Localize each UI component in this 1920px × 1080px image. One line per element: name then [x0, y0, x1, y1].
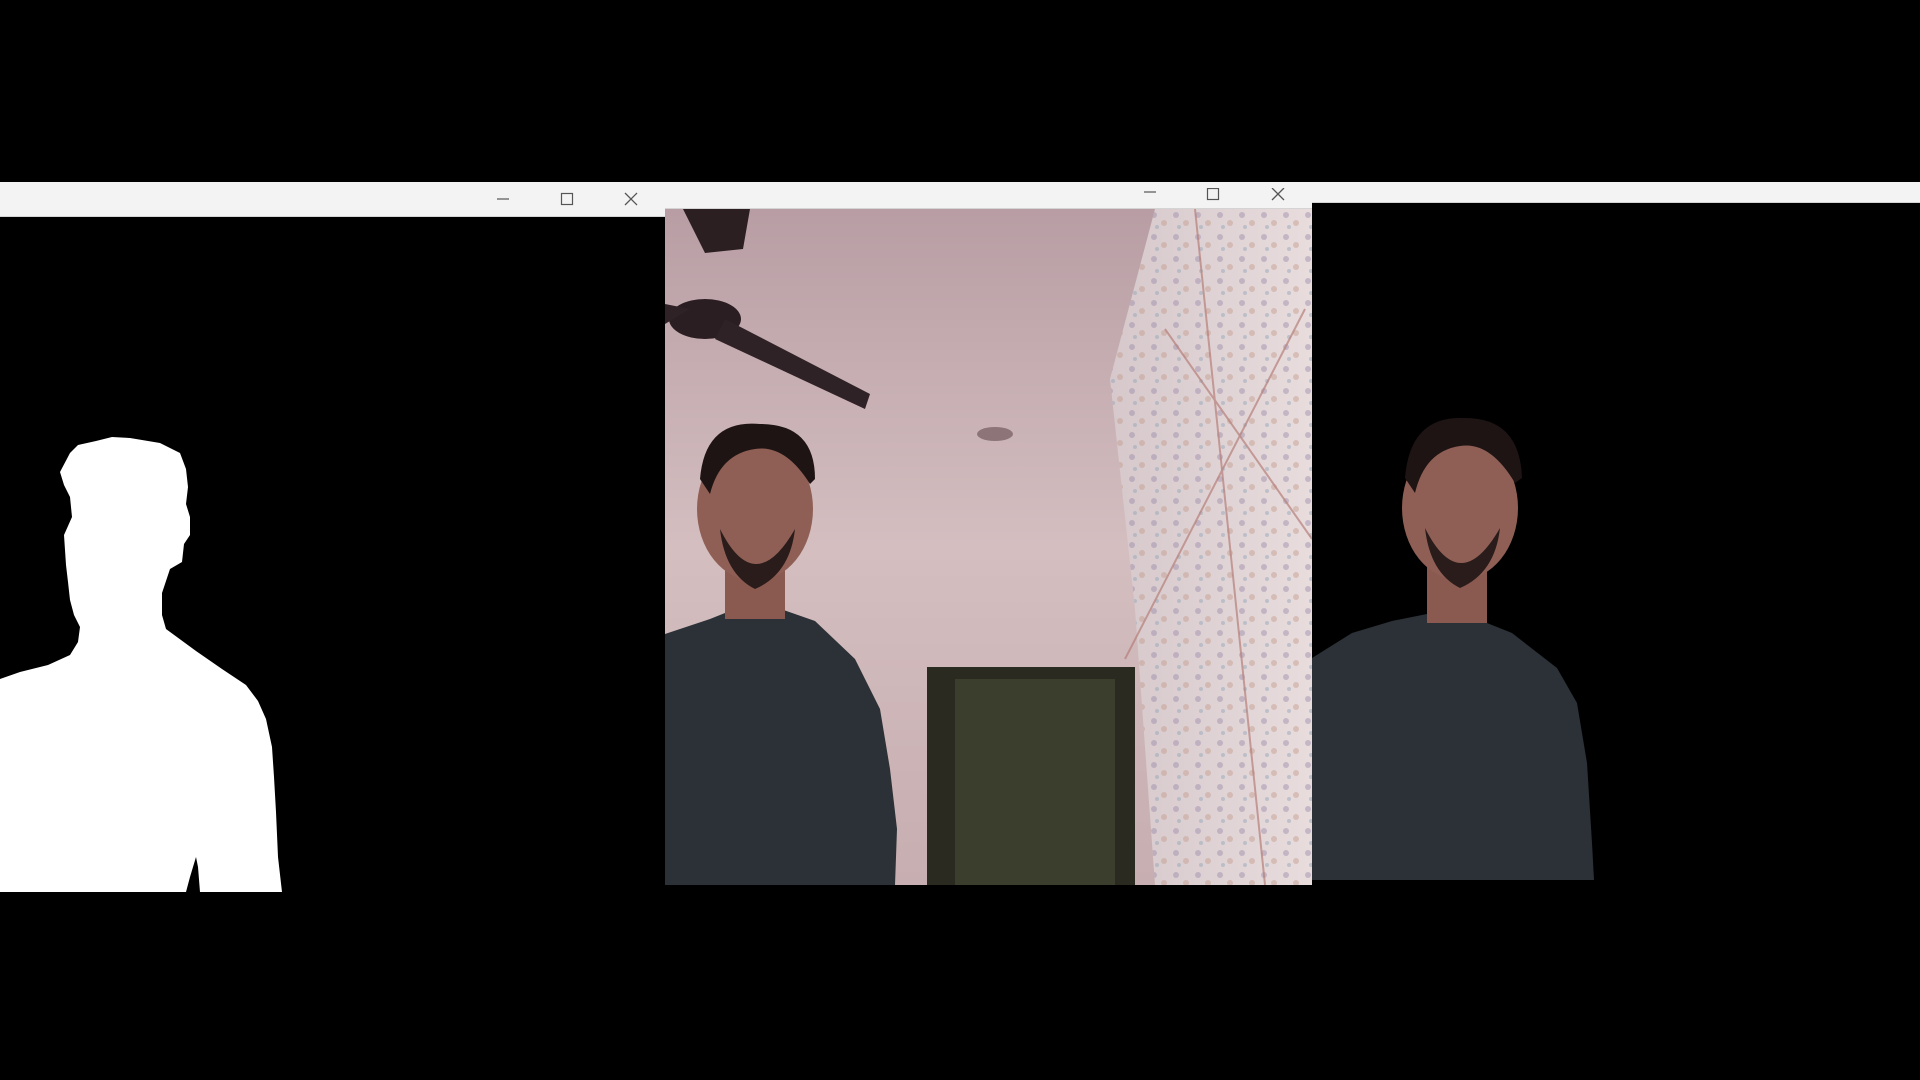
minimize-icon [497, 198, 509, 200]
close-icon [624, 192, 638, 206]
mask-view [0, 217, 665, 892]
ceiling-light [977, 427, 1013, 441]
maximize-button[interactable] [1192, 182, 1234, 208]
mask-window[interactable] [0, 182, 665, 892]
maximize-icon [1206, 188, 1220, 201]
maximize-button[interactable] [546, 182, 588, 216]
mask-window-titlebar[interactable] [0, 182, 665, 217]
close-button[interactable] [1257, 182, 1299, 208]
webcam-frame [665, 209, 1312, 885]
segmented-person [1312, 203, 1920, 880]
output-window[interactable] [1312, 182, 1920, 880]
output-view [1312, 203, 1920, 880]
minimize-icon [1144, 191, 1156, 193]
silhouette-mask [0, 437, 282, 892]
close-button[interactable] [610, 182, 652, 216]
minimize-button[interactable] [482, 182, 524, 216]
close-icon [1271, 188, 1285, 201]
camera-window[interactable] [665, 182, 1312, 885]
output-window-titlebar[interactable] [1312, 182, 1920, 203]
maximize-icon [560, 192, 574, 206]
camera-view [665, 209, 1312, 885]
minimize-button[interactable] [1129, 182, 1171, 208]
camera-window-titlebar[interactable] [665, 182, 1312, 209]
